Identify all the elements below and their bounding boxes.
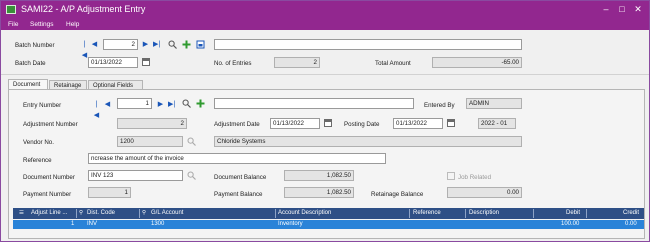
- entry-add-icon[interactable]: [196, 99, 205, 108]
- title-bar: SAMI22 - A/P Adjustment Entry – □ ✕: [1, 1, 649, 20]
- close-button[interactable]: ✕: [631, 3, 645, 16]
- grid-menu-icon[interactable]: ☰: [19, 208, 24, 219]
- table-row[interactable]: 1 INV 1300 Inventory 100.00 0.00: [13, 220, 644, 229]
- previous-entry-icon[interactable]: ◀: [104, 99, 111, 110]
- menu-help[interactable]: Help: [66, 20, 79, 30]
- vendor-search-icon[interactable]: [187, 137, 196, 146]
- entries-value: 2: [274, 57, 320, 68]
- menu-bar: File Settings Help: [1, 20, 649, 30]
- entry-search-icon[interactable]: [182, 99, 191, 108]
- document-number-label: Document Number: [23, 174, 75, 181]
- batch-description-input[interactable]: [214, 39, 522, 50]
- entries-label: No. of Entries: [214, 60, 252, 67]
- payment-balance-value: 1,082.50: [284, 187, 354, 198]
- cell-credit[interactable]: 0.00: [625, 220, 637, 229]
- cell-account-description[interactable]: Inventory: [278, 220, 303, 229]
- job-related-checkbox[interactable]: [447, 172, 455, 180]
- column-separator: [465, 209, 466, 218]
- payment-number-label: Payment Number: [23, 191, 72, 198]
- retainage-balance-value: 0.00: [447, 187, 522, 198]
- payment-number-value: 1: [88, 187, 131, 198]
- calendar-icon[interactable]: [142, 58, 150, 66]
- batch-date-label: Batch Date: [15, 60, 46, 67]
- batch-date-input[interactable]: 01/13/2022: [88, 57, 138, 68]
- batch-number-input[interactable]: 2: [103, 39, 138, 50]
- column-separator: [275, 209, 276, 218]
- column-separator: [586, 209, 587, 218]
- divider: [1, 74, 649, 75]
- detail-grid-header: ☰ Adjust Line ... ⚲ Dist. Code ⚲ G/L Acc…: [13, 208, 644, 219]
- reference-input[interactable]: ncrease the amount of the invoice: [88, 153, 386, 164]
- column-gl-account[interactable]: G/L Account: [151, 208, 183, 219]
- column-separator: [76, 209, 77, 218]
- cell-gl-account[interactable]: 1300: [151, 220, 164, 229]
- app-window: SAMI22 - A/P Adjustment Entry – □ ✕ File…: [0, 0, 650, 242]
- add-icon[interactable]: [182, 40, 191, 49]
- entry-number-input[interactable]: 1: [117, 98, 152, 109]
- job-related-label: Job Related: [458, 174, 492, 181]
- next-entry-icon[interactable]: ▶: [157, 99, 164, 110]
- first-batch-icon[interactable]: |◀: [81, 39, 88, 61]
- adjustment-number-label: Adjustment Number: [23, 121, 78, 128]
- adjustment-date-calendar-icon[interactable]: [324, 119, 332, 127]
- fiscal-period-value: 2022 - 01: [478, 118, 516, 129]
- adjustment-date-input[interactable]: 01/13/2022: [270, 118, 320, 129]
- retainage-balance-label: Retainage Balance: [371, 191, 424, 198]
- entry-number-label: Entry Number: [23, 102, 62, 109]
- column-credit[interactable]: Credit: [623, 208, 639, 219]
- adjustment-date-label: Adjustment Date: [214, 121, 260, 128]
- posting-date-input[interactable]: 01/13/2022: [393, 118, 443, 129]
- search-icon[interactable]: [168, 40, 177, 49]
- entered-by-value: ADMIN: [466, 98, 522, 109]
- maximize-button[interactable]: □: [615, 3, 629, 16]
- last-batch-icon[interactable]: ▶|: [153, 39, 160, 50]
- vendor-number-label: Vendor No.: [23, 139, 54, 146]
- cell-debit[interactable]: 100.00: [561, 220, 579, 229]
- next-batch-icon[interactable]: ▶: [142, 39, 149, 50]
- first-entry-icon[interactable]: |◀: [93, 99, 100, 121]
- minimize-button[interactable]: –: [599, 3, 613, 16]
- dist-code-search-icon[interactable]: ⚲: [79, 208, 83, 219]
- column-dist-code[interactable]: Dist. Code: [87, 208, 115, 219]
- posting-date-calendar-icon[interactable]: [447, 119, 455, 127]
- settings-icon[interactable]: [196, 40, 205, 49]
- adjustment-number-value: 2: [117, 118, 187, 129]
- entry-description-input[interactable]: [214, 98, 414, 109]
- document-balance-value: 1,082.50: [284, 170, 354, 181]
- column-description[interactable]: Description: [469, 208, 499, 219]
- gl-account-search-icon[interactable]: ⚲: [142, 208, 146, 219]
- total-amount-label: Total Amount: [375, 60, 411, 67]
- document-search-icon[interactable]: [187, 171, 196, 180]
- payment-balance-label: Payment Balance: [214, 191, 263, 198]
- vendor-number-value: 1200: [117, 136, 183, 147]
- app-icon: [6, 5, 16, 14]
- column-reference[interactable]: Reference: [413, 208, 441, 219]
- column-separator: [533, 209, 534, 218]
- menu-settings[interactable]: Settings: [30, 20, 54, 30]
- cell-line[interactable]: 1: [71, 220, 74, 229]
- previous-batch-icon[interactable]: ◀: [91, 39, 98, 50]
- column-adjust-line[interactable]: Adjust Line ...: [31, 208, 67, 219]
- posting-date-label: Posting Date: [344, 121, 380, 128]
- entered-by-label: Entered By: [424, 102, 455, 109]
- column-separator: [139, 209, 140, 218]
- column-account-description[interactable]: Account Description: [278, 208, 331, 219]
- total-amount-value: -65.00: [432, 57, 522, 68]
- window-title: SAMI22 - A/P Adjustment Entry: [21, 4, 146, 14]
- batch-number-label: Batch Number: [15, 42, 55, 49]
- column-debit[interactable]: Debit: [566, 208, 580, 219]
- vendor-name-value: Chloride Systems: [214, 136, 522, 147]
- reference-label: Reference: [23, 157, 52, 164]
- column-separator: [409, 209, 410, 218]
- document-number-input[interactable]: INV 123: [88, 170, 183, 181]
- cell-dist-code[interactable]: INV: [87, 220, 97, 229]
- document-balance-label: Document Balance: [214, 174, 267, 181]
- last-entry-icon[interactable]: ▶|: [168, 99, 175, 110]
- menu-file[interactable]: File: [8, 20, 18, 30]
